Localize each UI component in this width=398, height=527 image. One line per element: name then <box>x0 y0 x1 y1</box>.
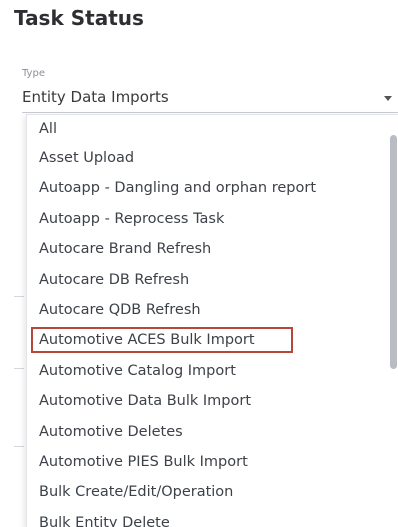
option-label: Automotive Catalog Import <box>39 362 236 379</box>
type-dropdown-menu[interactable]: All Asset Upload Autoapp - Dangling and … <box>26 114 398 527</box>
option-label: All <box>39 121 57 137</box>
menu-scrollbar[interactable] <box>390 135 397 369</box>
option-automotive-data-bulk-import[interactable]: Automotive Data Bulk Import <box>27 386 387 416</box>
option-list: All Asset Upload Autoapp - Dangling and … <box>27 115 387 527</box>
option-all[interactable]: All <box>27 115 387 143</box>
option-label: Automotive PIES Bulk Import <box>39 453 248 470</box>
divider <box>14 296 24 297</box>
option-bulk-create-edit[interactable]: Bulk Create/Edit/Operation <box>27 477 387 507</box>
option-label: Autocare Brand Refresh <box>39 241 212 258</box>
option-label: Bulk Entity Delete <box>39 514 170 527</box>
option-label: Autoapp - Dangling and orphan report <box>39 180 317 197</box>
option-autoapp-reprocess[interactable]: Autoapp - Reprocess Task <box>27 204 387 234</box>
chevron-down-icon[interactable] <box>384 96 392 101</box>
option-automotive-aces-bulk-import[interactable]: Automotive ACES Bulk Import <box>27 325 387 355</box>
select-underline <box>22 112 398 113</box>
divider <box>14 446 24 447</box>
option-autocare-db-refresh[interactable]: Autocare DB Refresh <box>27 265 387 295</box>
option-autocare-brand-refresh[interactable]: Autocare Brand Refresh <box>27 234 387 264</box>
option-label: Bulk Create/Edit/Operation <box>39 484 234 501</box>
divider <box>14 368 24 369</box>
option-label: Automotive Data Bulk Import <box>39 393 252 410</box>
option-automotive-catalog-import[interactable]: Automotive Catalog Import <box>27 356 387 386</box>
option-label: Autocare QDB Refresh <box>39 301 201 318</box>
type-select[interactable]: Type Entity Data Imports <box>22 68 398 114</box>
option-bulk-entity-delete[interactable]: Bulk Entity Delete <box>27 508 387 527</box>
highlight-box <box>31 327 293 354</box>
option-label: Autocare DB Refresh <box>39 271 190 288</box>
task-status-page: Task Status Type Entity Data Imports All… <box>0 0 398 527</box>
option-autoapp-dangling[interactable]: Autoapp - Dangling and orphan report <box>27 173 387 203</box>
option-automotive-pies-bulk-import[interactable]: Automotive PIES Bulk Import <box>27 447 387 477</box>
page-title: Task Status <box>14 6 144 30</box>
option-automotive-deletes[interactable]: Automotive Deletes <box>27 417 387 447</box>
option-asset-upload[interactable]: Asset Upload <box>27 143 387 173</box>
type-label: Type <box>22 68 45 79</box>
option-label: Asset Upload <box>39 150 135 166</box>
option-autocare-qdb-refresh[interactable]: Autocare QDB Refresh <box>27 295 387 325</box>
option-label: Autoapp - Reprocess Task <box>39 210 225 227</box>
option-label: Automotive Deletes <box>39 423 183 440</box>
type-selected-value: Entity Data Imports <box>22 88 169 106</box>
